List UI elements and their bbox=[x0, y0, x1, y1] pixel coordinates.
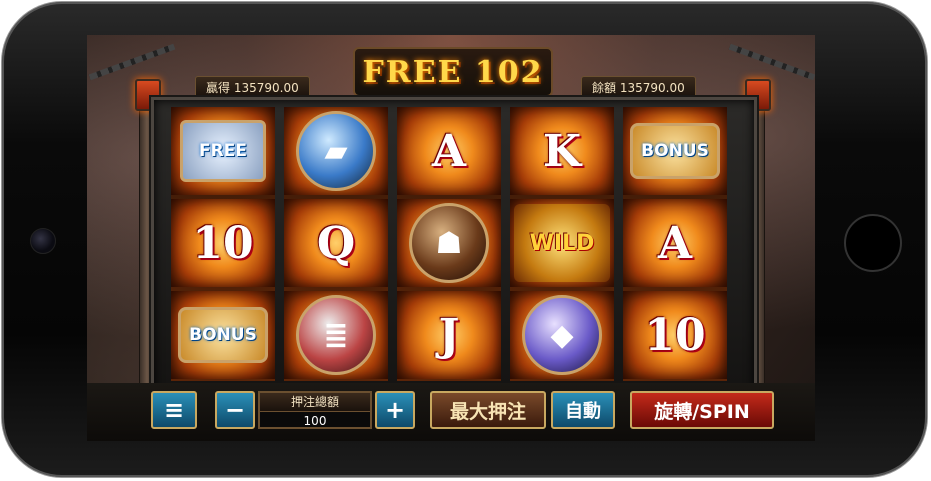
symbol-k: K bbox=[542, 125, 582, 177]
crystal-symbol-icon: ◆ bbox=[522, 295, 602, 375]
symbol-j: J bbox=[438, 309, 460, 361]
bet-total-box: 押注總額 100 bbox=[258, 391, 372, 429]
bonus-symbol-icon: BONUS bbox=[178, 307, 268, 363]
free-symbol-label: FREE bbox=[199, 141, 247, 161]
auto-spin-button[interactable]: 自動 bbox=[551, 391, 615, 429]
menu-button[interactable]: ≡ bbox=[151, 391, 197, 429]
decrease-bet-button[interactable]: − bbox=[215, 391, 255, 429]
free-spins-count: FREE 102 bbox=[362, 54, 544, 90]
menu-icon: ≡ bbox=[163, 396, 185, 424]
reel-5-row-3: 10 bbox=[623, 291, 727, 379]
reel-1-row-3: BONUS bbox=[171, 291, 275, 379]
win-display: 贏得 135790.00 bbox=[195, 76, 310, 98]
reel-2: ▰ Q ≣ bbox=[284, 107, 388, 381]
minus-icon: − bbox=[224, 396, 246, 424]
bet-total-value: 100 bbox=[303, 414, 327, 428]
reel-5-row-1: BONUS bbox=[623, 107, 727, 195]
book-symbol-icon: ▰ bbox=[296, 111, 376, 191]
free-spins-banner: FREE 102 bbox=[353, 47, 553, 97]
symbol-a: A bbox=[657, 217, 693, 269]
plus-icon: + bbox=[384, 396, 406, 424]
spin-button[interactable]: 旋轉/SPIN bbox=[630, 391, 774, 429]
bonus-symbol-icon: BONUS bbox=[630, 123, 720, 179]
scroll-symbol-icon: ≣ bbox=[296, 295, 376, 375]
reel-4-row-1: K bbox=[510, 107, 614, 195]
wild-symbol-icon: WILD bbox=[514, 204, 610, 282]
bet-total-label: 押注總額 bbox=[260, 393, 370, 412]
reel-2-row-2: Q bbox=[284, 199, 388, 287]
reel-2-row-3: ≣ bbox=[284, 291, 388, 379]
camera-icon bbox=[30, 228, 56, 254]
balance-display: 餘額 135790.00 bbox=[581, 76, 696, 98]
reel-5: BONUS A 10 bbox=[623, 107, 727, 381]
symbol-q: Q bbox=[316, 217, 356, 269]
reel-1: FREE 10 BONUS bbox=[171, 107, 275, 381]
bonus-symbol-label: BONUS bbox=[641, 141, 709, 161]
reel-4-row-3: ◆ bbox=[510, 291, 614, 379]
reel-5-row-2: A bbox=[623, 199, 727, 287]
reel-3-row-2: ☗ bbox=[397, 199, 501, 287]
reel-1-row-1: FREE bbox=[171, 107, 275, 195]
reel-3-row-1: A bbox=[397, 107, 501, 195]
reel-2-row-1: ▰ bbox=[284, 107, 388, 195]
reel-4: K WILD ◆ bbox=[510, 107, 614, 381]
symbol-a: A bbox=[431, 125, 467, 177]
symbol-10: 10 bbox=[644, 309, 706, 361]
game-screen: FREE 102 贏得 135790.00 餘額 135790.00 FREE … bbox=[87, 35, 815, 441]
reel-4-row-2: WILD bbox=[510, 199, 614, 287]
wild-symbol-label: WILD bbox=[529, 230, 595, 256]
symbol-10: 10 bbox=[192, 217, 254, 269]
reel-3: A ☗ J bbox=[397, 107, 501, 381]
home-button[interactable] bbox=[844, 214, 902, 272]
idol-symbol-icon: ☗ bbox=[409, 203, 489, 283]
reel-1-row-2: 10 bbox=[171, 199, 275, 287]
free-symbol-icon: FREE bbox=[180, 120, 266, 182]
reel-3-row-3: J bbox=[397, 291, 501, 379]
increase-bet-button[interactable]: + bbox=[375, 391, 415, 429]
max-bet-button[interactable]: 最大押注 bbox=[430, 391, 546, 429]
bonus-symbol-label: BONUS bbox=[189, 325, 257, 345]
